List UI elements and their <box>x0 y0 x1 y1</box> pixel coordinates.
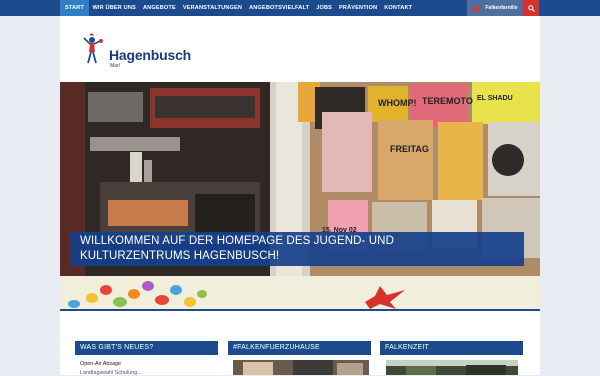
nav-angebote[interactable]: ANGEBOTE <box>139 0 179 16</box>
news-item[interactable]: Landtagswahl Schulung... <box>80 370 142 376</box>
nav-angebotsvielfalt[interactable]: ANGEBOTSVIELFALT <box>246 0 313 16</box>
svg-text:EL SHADU: EL SHADU <box>477 95 513 102</box>
welcome-line-2: KULTURZENTRUMS HAGENBUSCH! <box>80 250 280 262</box>
divider-line <box>60 309 540 311</box>
search-button[interactable] <box>523 0 539 16</box>
nav-praevention[interactable]: PRÄVENTION <box>336 0 381 16</box>
falkenfuerzuhause-thumbnail[interactable] <box>233 360 369 375</box>
top-navigation: START WIR ÜBER UNS ANGEBOTE VERANSTALTUN… <box>0 0 600 16</box>
main-menu: START WIR ÜBER UNS ANGEBOTE VERANSTALTUN… <box>60 0 416 16</box>
falken-logo-icon <box>472 4 482 12</box>
hands-decoration <box>60 276 540 310</box>
nav-veranstaltungen[interactable]: VERANSTALTUNGEN <box>179 0 245 16</box>
nav-start[interactable]: START <box>60 0 89 16</box>
svg-text:WHOMP!: WHOMP! <box>378 98 417 108</box>
logo-subtitle: Marl <box>110 63 120 69</box>
nav-kontakt[interactable]: KONTAKT <box>381 0 416 16</box>
nav-wir-ueber-uns[interactable]: WIR ÜBER UNS <box>89 0 139 16</box>
search-icon <box>527 4 535 12</box>
falkenfuerzuhause-column-title: #FALKENFUERZUHAUSE <box>228 341 371 355</box>
falkenfamilie-label: Falkenfarnilie <box>485 5 518 11</box>
svg-text:TEREMOTO: TEREMOTO <box>422 96 473 106</box>
falkenzeit-column-title: FALKENZEIT <box>380 341 523 355</box>
welcome-line-1: WILLKOMMEN AUF DER HOMEPAGE DES JUGEND- … <box>80 235 394 247</box>
news-column-title: WAS GIBT'S NEUES? <box>75 341 218 355</box>
logo-title: Hagenbusch <box>109 47 192 63</box>
falkenzeit-thumbnail[interactable] <box>386 360 518 375</box>
welcome-banner: WILLKOMMEN AUF DER HOMEPAGE DES JUGEND- … <box>70 232 524 266</box>
nav-jobs[interactable]: JOBS <box>313 0 336 16</box>
colorful-hands-icon <box>68 281 405 309</box>
news-item[interactable]: Open-Air Absage <box>80 361 121 367</box>
falkenfamilie-link[interactable]: Falkenfarnilie <box>467 0 523 16</box>
svg-text:FREITAG: FREITAG <box>390 144 429 154</box>
